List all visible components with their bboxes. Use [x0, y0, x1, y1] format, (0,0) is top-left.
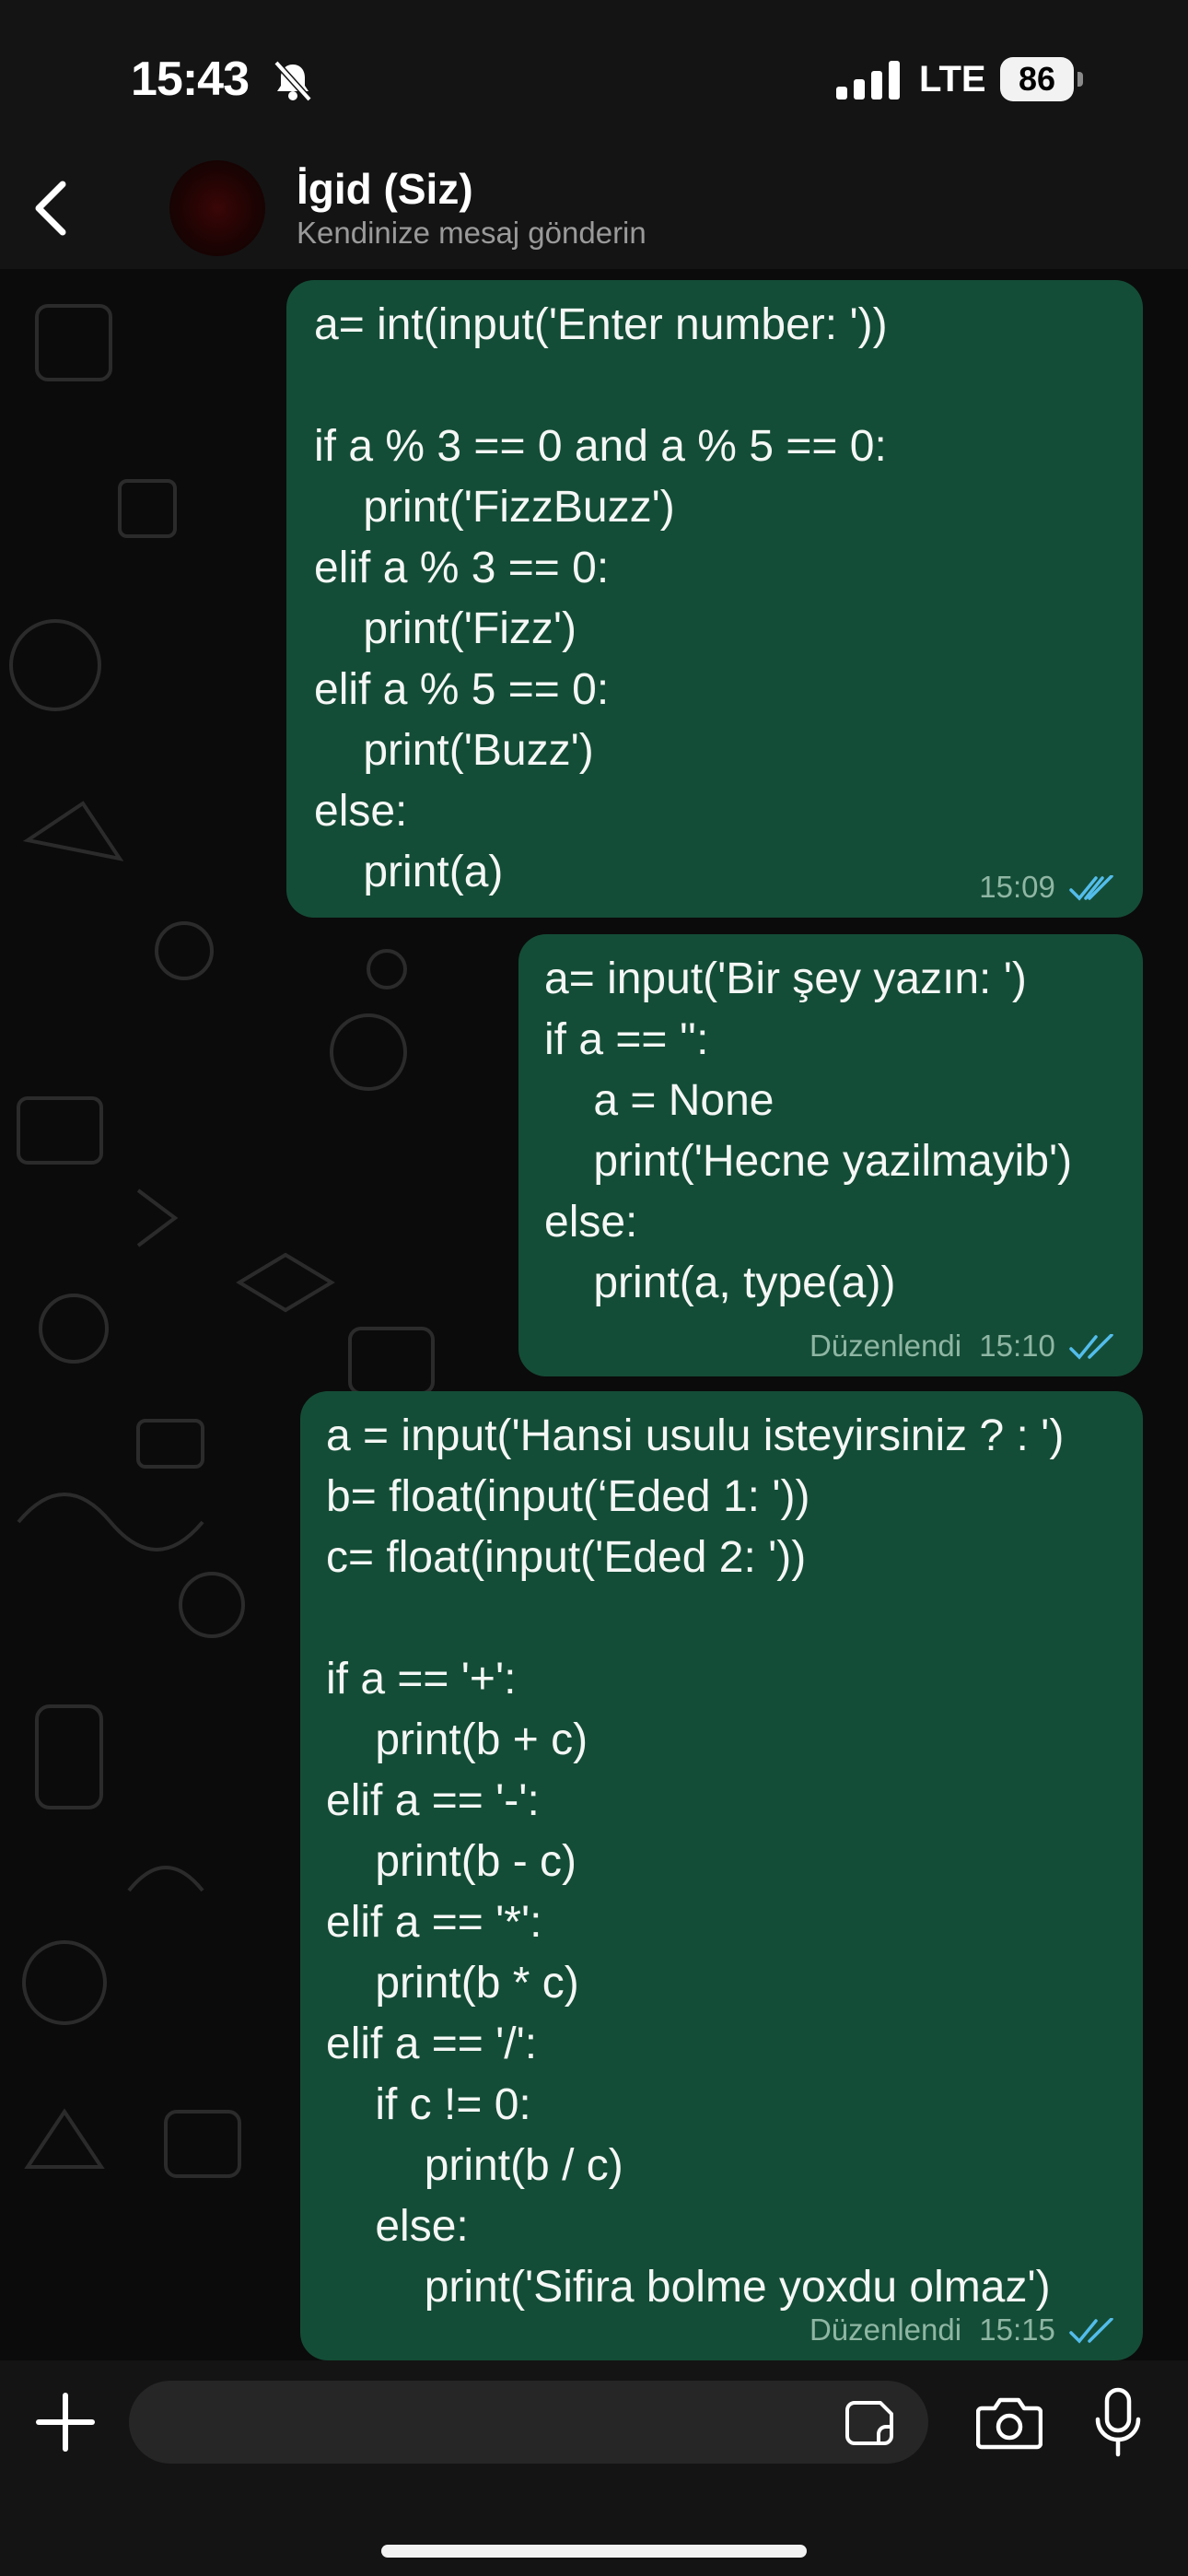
plus-icon[interactable] [33, 2390, 98, 2454]
message-bubble[interactable]: a = input('Hansi usulu isteyirsiniz ? : … [300, 1391, 1143, 2360]
message-meta: Düzenlendi 15:15 [809, 2313, 1115, 2348]
bell-slash-icon [274, 60, 312, 102]
back-chevron-icon[interactable] [28, 179, 74, 238]
double-check-icon [1069, 2318, 1113, 2344]
sticker-icon[interactable] [845, 2397, 897, 2449]
battery-cap [1077, 72, 1083, 87]
message-meta: Düzenlendi 15:10 [809, 1329, 1115, 1364]
message-meta: 15:09 [979, 870, 1115, 905]
message-text: a= input('Bir şey yazın: ') if a == '': … [544, 954, 1073, 1307]
message-time: 15:15 [979, 2313, 1055, 2347]
signal-icon [836, 61, 900, 100]
message-bubble[interactable]: a= input('Bir şey yazın: ') if a == '': … [518, 934, 1143, 1376]
message-input[interactable] [129, 2381, 928, 2464]
chat-header: İgid (Siz) Kendinize mesaj gönderin [0, 138, 1188, 269]
message-text: a = input('Hansi usulu isteyirsiniz ? : … [326, 1411, 1065, 2312]
camera-icon[interactable] [976, 2394, 1042, 2451]
status-time: 15:43 [131, 53, 250, 106]
edited-label: Düzenlendi [809, 2313, 962, 2347]
network-type: LTE [919, 59, 986, 100]
edited-label: Düzenlendi [809, 1329, 962, 1363]
battery-level: 86 [1000, 57, 1074, 101]
mic-icon[interactable] [1092, 2386, 1144, 2460]
message-bubble[interactable]: a= int(input('Enter number: ')) if a % 3… [286, 280, 1143, 918]
contact-name[interactable]: İgid (Siz) [297, 164, 473, 214]
home-indicator[interactable] [381, 2545, 807, 2558]
message-time: 15:09 [979, 870, 1055, 904]
message-text: a= int(input('Enter number: ')) if a % 3… [314, 300, 888, 896]
double-check-icon [1069, 1334, 1113, 1360]
double-check-icon [1069, 875, 1113, 901]
contact-subtitle: Kendinize mesaj gönderin [297, 216, 646, 250]
battery-icon: 86 [1000, 57, 1085, 103]
avatar[interactable] [169, 160, 265, 256]
message-input-bar [0, 2360, 1188, 2576]
status-bar: 15:43 LTE 86 [0, 0, 1188, 157]
message-time: 15:10 [979, 1329, 1055, 1363]
